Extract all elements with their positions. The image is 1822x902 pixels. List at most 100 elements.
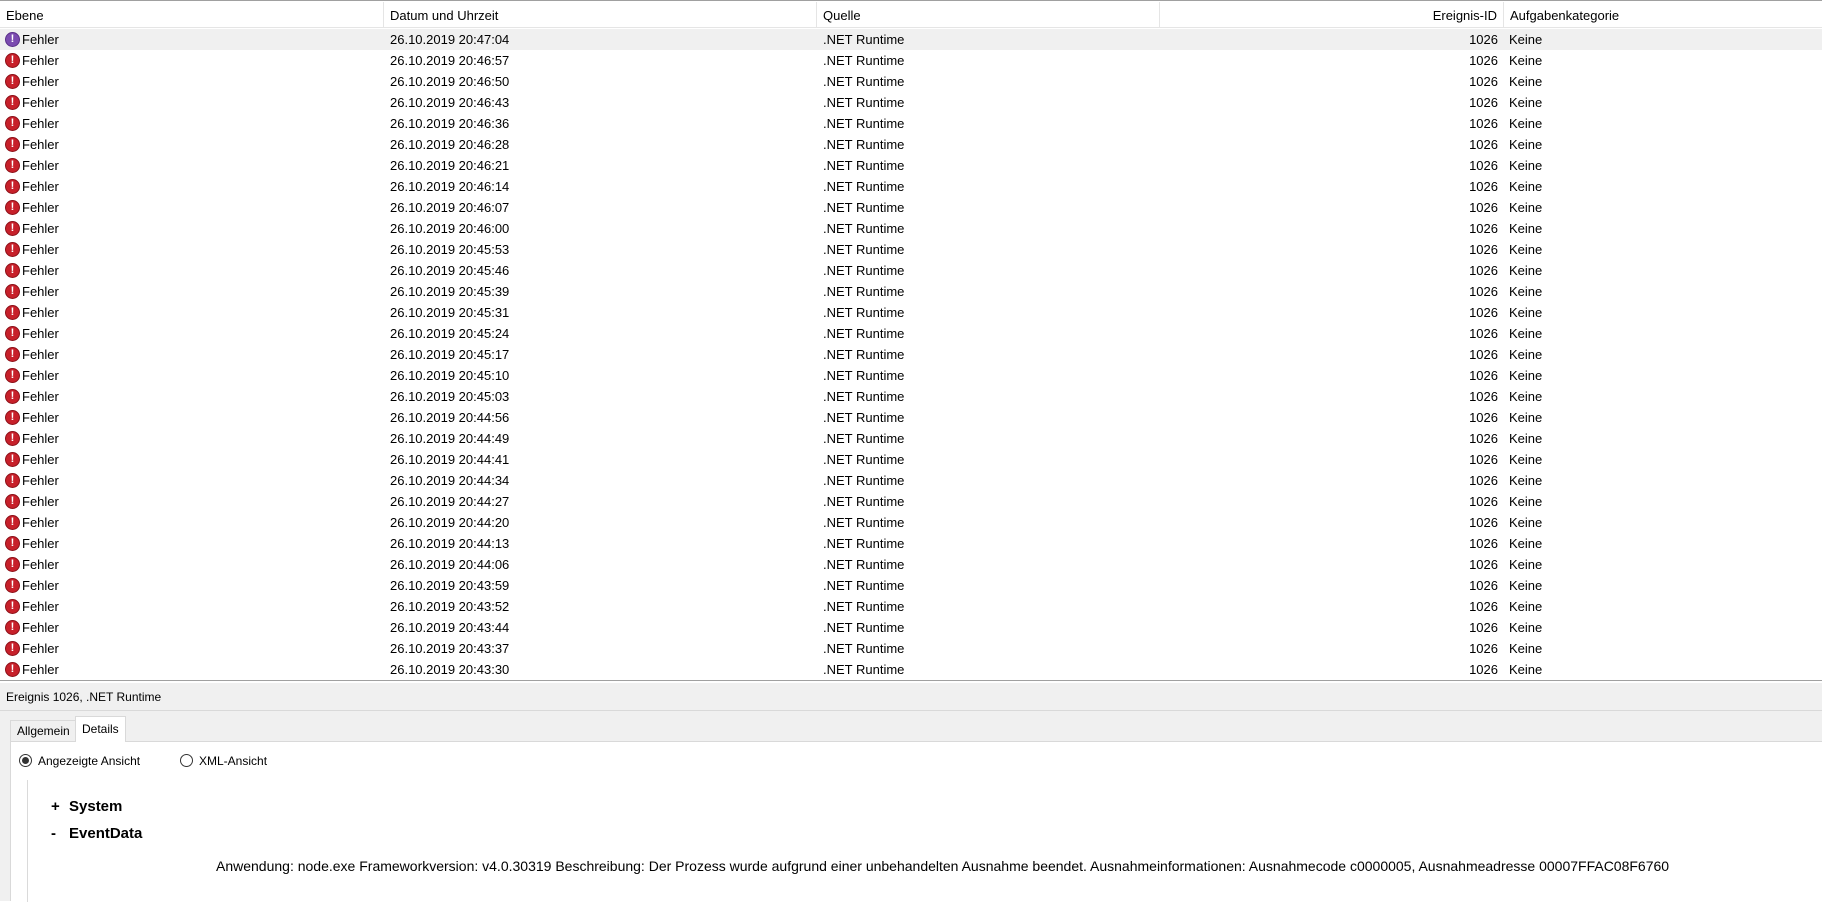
category-cell: Keine xyxy=(1509,32,1543,47)
event-row[interactable]: ! Fehler 26.10.2019 20:44:13 .NET Runtime 10… xyxy=(0,533,1822,554)
event-row[interactable]: ! Fehler 26.10.2019 20:46:00 .NET Runtime 10… xyxy=(0,218,1822,239)
event-row[interactable]: ! Fehler 26.10.2019 20:45:24 .NET Runtime 10… xyxy=(0,323,1822,344)
level-text: Fehler xyxy=(22,284,59,299)
level-cell: ! Fehler xyxy=(5,491,385,512)
expand-toggle[interactable]: + xyxy=(51,798,69,815)
datetime-cell: 26.10.2019 20:46:57 xyxy=(390,53,510,68)
error-icon: ! xyxy=(5,52,20,68)
category-cell: Keine xyxy=(1509,620,1543,635)
error-icon: ! xyxy=(5,388,20,404)
event-id-cell: 1026 xyxy=(1469,200,1498,215)
event-row[interactable]: ! Fehler 26.10.2019 20:45:39 .NET Runtime 10… xyxy=(0,281,1822,302)
level-cell: ! Fehler xyxy=(5,386,385,407)
event-row[interactable]: ! Fehler 26.10.2019 20:46:57 .NET Runtime 10… xyxy=(0,50,1822,71)
event-row[interactable]: ! Fehler 26.10.2019 20:43:37 .NET Runtime 10… xyxy=(0,638,1822,659)
event-list[interactable]: Ebene Datum und Uhrzeit Quelle Ereignis-… xyxy=(0,0,1822,681)
level-text: Fehler xyxy=(22,305,59,320)
event-row[interactable]: ! Fehler 26.10.2019 20:45:46 .NET Runtime 10… xyxy=(0,260,1822,281)
datetime-cell: 26.10.2019 20:46:50 xyxy=(390,74,510,89)
error-icon: ! xyxy=(5,325,20,341)
datetime-cell: 26.10.2019 20:44:41 xyxy=(390,452,510,467)
event-row[interactable]: ! Fehler 26.10.2019 20:43:44 .NET Runtime 10… xyxy=(0,617,1822,638)
event-row[interactable]: ! Fehler 26.10.2019 20:43:59 .NET Runtime 10… xyxy=(0,575,1822,596)
event-row[interactable]: ! Fehler 26.10.2019 20:45:03 .NET Runtime 10… xyxy=(0,386,1822,407)
event-row[interactable]: ! Fehler 26.10.2019 20:44:49 .NET Runtime 10… xyxy=(0,428,1822,449)
radio-displayed-view[interactable]: Angezeigte Ansicht xyxy=(19,754,140,768)
details-pane: Ereignis 1026, .NET Runtime Allgemein De… xyxy=(0,683,1822,902)
tree-node-label: System xyxy=(69,798,123,815)
datetime-cell: 26.10.2019 20:46:43 xyxy=(390,95,510,110)
datetime-cell: 26.10.2019 20:43:52 xyxy=(390,599,510,614)
event-row[interactable]: ! Fehler 26.10.2019 20:44:27 .NET Runtime 10… xyxy=(0,491,1822,512)
event-row[interactable]: ! Fehler 26.10.2019 20:45:10 .NET Runtime 10… xyxy=(0,365,1822,386)
category-cell: Keine xyxy=(1509,242,1543,257)
tree-node-eventdata[interactable]: - EventData xyxy=(51,825,142,842)
event-row[interactable]: ! Fehler 26.10.2019 20:44:34 .NET Runtime 10… xyxy=(0,470,1822,491)
source-cell: .NET Runtime xyxy=(823,452,905,467)
event-row[interactable]: ! Fehler 26.10.2019 20:44:06 .NET Runtime 10… xyxy=(0,554,1822,575)
column-header-category[interactable]: Aufgabenkategorie xyxy=(1504,2,1822,28)
datetime-cell: 26.10.2019 20:46:36 xyxy=(390,116,510,131)
error-icon: ! xyxy=(5,556,20,572)
tree-node-system[interactable]: + System xyxy=(51,798,122,815)
event-row[interactable]: ! Fehler 26.10.2019 20:43:52 .NET Runtime 10… xyxy=(0,596,1822,617)
error-icon: ! xyxy=(5,73,20,89)
event-row[interactable]: ! Fehler 26.10.2019 20:44:20 .NET Runtime 10… xyxy=(0,512,1822,533)
event-row[interactable]: ! Fehler 26.10.2019 20:47:04 .NET Runtime 10… xyxy=(0,29,1822,50)
event-row[interactable]: ! Fehler 26.10.2019 20:45:53 .NET Runtime 10… xyxy=(0,239,1822,260)
level-cell: ! Fehler xyxy=(5,575,385,596)
category-cell: Keine xyxy=(1509,116,1543,131)
category-cell: Keine xyxy=(1509,473,1543,488)
tab-allgemein[interactable]: Allgemein xyxy=(10,720,77,741)
category-cell: Keine xyxy=(1509,347,1543,362)
level-text: Fehler xyxy=(22,32,59,47)
event-row[interactable]: ! Fehler 26.10.2019 20:46:28 .NET Runtime 10… xyxy=(0,134,1822,155)
source-cell: .NET Runtime xyxy=(823,263,905,278)
level-text: Fehler xyxy=(22,200,59,215)
datetime-cell: 26.10.2019 20:47:04 xyxy=(390,32,510,47)
event-row[interactable]: ! Fehler 26.10.2019 20:46:50 .NET Runtime 10… xyxy=(0,71,1822,92)
column-header-event-id[interactable]: Ereignis-ID xyxy=(1160,2,1504,28)
event-id-cell: 1026 xyxy=(1469,326,1498,341)
event-row[interactable]: ! Fehler 26.10.2019 20:46:21 .NET Runtime 10… xyxy=(0,155,1822,176)
event-row[interactable]: ! Fehler 26.10.2019 20:45:17 .NET Runtime 10… xyxy=(0,344,1822,365)
column-header-level[interactable]: Ebene xyxy=(0,2,384,28)
source-cell: .NET Runtime xyxy=(823,431,905,446)
category-cell: Keine xyxy=(1509,389,1543,404)
error-icon: ! xyxy=(5,178,20,194)
radio-indicator[interactable] xyxy=(180,754,193,767)
tab-details[interactable]: Details xyxy=(75,716,126,742)
event-id-cell: 1026 xyxy=(1469,662,1498,677)
radio-indicator[interactable] xyxy=(19,754,32,767)
collapse-toggle[interactable]: - xyxy=(51,825,69,842)
event-row[interactable]: ! Fehler 26.10.2019 20:44:41 .NET Runtime 10… xyxy=(0,449,1822,470)
event-id-cell: 1026 xyxy=(1469,95,1498,110)
datetime-cell: 26.10.2019 20:45:53 xyxy=(390,242,510,257)
event-id-cell: 1026 xyxy=(1469,32,1498,47)
datetime-cell: 26.10.2019 20:44:20 xyxy=(390,515,510,530)
event-row[interactable]: ! Fehler 26.10.2019 20:46:07 .NET Runtime 10… xyxy=(0,197,1822,218)
error-icon: ! xyxy=(5,661,20,677)
event-row[interactable]: ! Fehler 26.10.2019 20:43:30 .NET Runtime 10… xyxy=(0,659,1822,680)
event-row[interactable]: ! Fehler 26.10.2019 20:46:36 .NET Runtime 10… xyxy=(0,113,1822,134)
level-cell: ! Fehler xyxy=(5,638,385,659)
event-id-cell: 1026 xyxy=(1469,137,1498,152)
event-row[interactable]: ! Fehler 26.10.2019 20:44:56 .NET Runtime 10… xyxy=(0,407,1822,428)
error-icon: ! xyxy=(5,94,20,110)
event-row[interactable]: ! Fehler 26.10.2019 20:45:31 .NET Runtime 10… xyxy=(0,302,1822,323)
category-cell: Keine xyxy=(1509,326,1543,341)
category-cell: Keine xyxy=(1509,284,1543,299)
error-icon: ! xyxy=(5,409,20,425)
error-icon: ! xyxy=(5,577,20,593)
event-row[interactable]: ! Fehler 26.10.2019 20:46:43 .NET Runtime 10… xyxy=(0,92,1822,113)
list-header: Ebene Datum und Uhrzeit Quelle Ereignis-… xyxy=(0,2,1822,28)
level-cell: ! Fehler xyxy=(5,176,385,197)
column-header-datetime[interactable]: Datum und Uhrzeit xyxy=(384,2,817,28)
column-header-source[interactable]: Quelle xyxy=(817,2,1160,28)
event-row[interactable]: ! Fehler 26.10.2019 20:46:14 .NET Runtime 10… xyxy=(0,176,1822,197)
level-cell: ! Fehler xyxy=(5,365,385,386)
source-cell: .NET Runtime xyxy=(823,347,905,362)
level-cell: ! Fehler xyxy=(5,596,385,617)
error-icon: ! xyxy=(5,199,20,215)
radio-xml-view[interactable]: XML-Ansicht xyxy=(180,754,267,768)
